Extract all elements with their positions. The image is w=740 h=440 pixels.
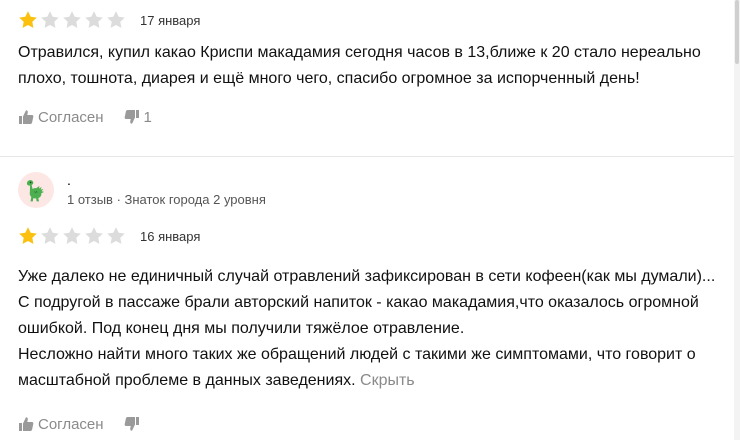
agree-label: Согласен (38, 108, 104, 126)
star-filled-icon (19, 227, 37, 244)
review-divider (0, 156, 734, 157)
review-text-paragraph: Отравился, купил какао Криспи макадамия … (18, 44, 701, 87)
agree-label: Согласен (38, 415, 104, 433)
star-empty-icon (107, 227, 125, 244)
review-date: 17 января (140, 12, 201, 28)
review-text-paragraph: С подругой в пассаже брали авторский нап… (18, 294, 699, 337)
review-date: 16 января (140, 228, 201, 244)
star-empty-icon (63, 11, 81, 28)
review-card: 17 января Отравился, купил какао Криспи … (18, 0, 718, 133)
star-empty-icon (63, 227, 81, 244)
review-text: Уже далеко не единичный случай отравлени… (18, 264, 718, 394)
author-row: . 1 отзыв · Знаток города 2 уровня (18, 168, 718, 220)
review-text-paragraph: Несложно найти много таких же обращений … (18, 342, 718, 394)
star-empty-icon (85, 227, 103, 244)
review-text-paragraph: Уже далеко не единичный случай отравлени… (18, 268, 716, 285)
thumbs-down-icon (124, 110, 139, 124)
review-actions: Согласен 1 (18, 101, 718, 133)
disagree-count: 1 (143, 108, 152, 126)
star-empty-icon (85, 11, 103, 28)
star-empty-icon (107, 11, 125, 28)
agree-button[interactable]: Согласен (18, 109, 104, 126)
author-meta: 1 отзыв · Знаток города 2 уровня (67, 192, 266, 207)
rating-row: 17 января (18, 0, 718, 40)
rating-row: 16 января (18, 216, 718, 256)
review-text: Отравился, купил какао Криспи макадамия … (18, 40, 718, 92)
star-empty-icon (41, 227, 59, 244)
review-card: . 1 отзыв · Знаток города 2 уровня 16 ян… (18, 168, 718, 440)
hide-text-link[interactable]: Скрыть (360, 372, 415, 389)
thumbs-up-icon (19, 417, 34, 431)
avatar[interactable] (18, 172, 54, 208)
thumbs-down-icon (124, 417, 139, 431)
agree-button[interactable]: Согласен (18, 416, 104, 433)
scrollbar[interactable] (734, 0, 740, 440)
thumbs-up-icon (19, 110, 34, 124)
star-empty-icon (41, 11, 59, 28)
disagree-button[interactable] (124, 416, 144, 432)
star-filled-icon (19, 11, 37, 28)
dinosaur-icon (26, 180, 45, 202)
author-info: . 1 отзыв · Знаток города 2 уровня (67, 170, 266, 207)
star-rating (18, 10, 128, 30)
scrollbar-thumb[interactable] (735, 0, 739, 64)
star-rating (18, 226, 128, 246)
review-text-last: Несложно найти много таких же обращений … (18, 346, 696, 389)
author-name[interactable]: . (67, 170, 266, 190)
review-actions: Согласен (18, 408, 718, 440)
disagree-button[interactable]: 1 (124, 109, 152, 126)
